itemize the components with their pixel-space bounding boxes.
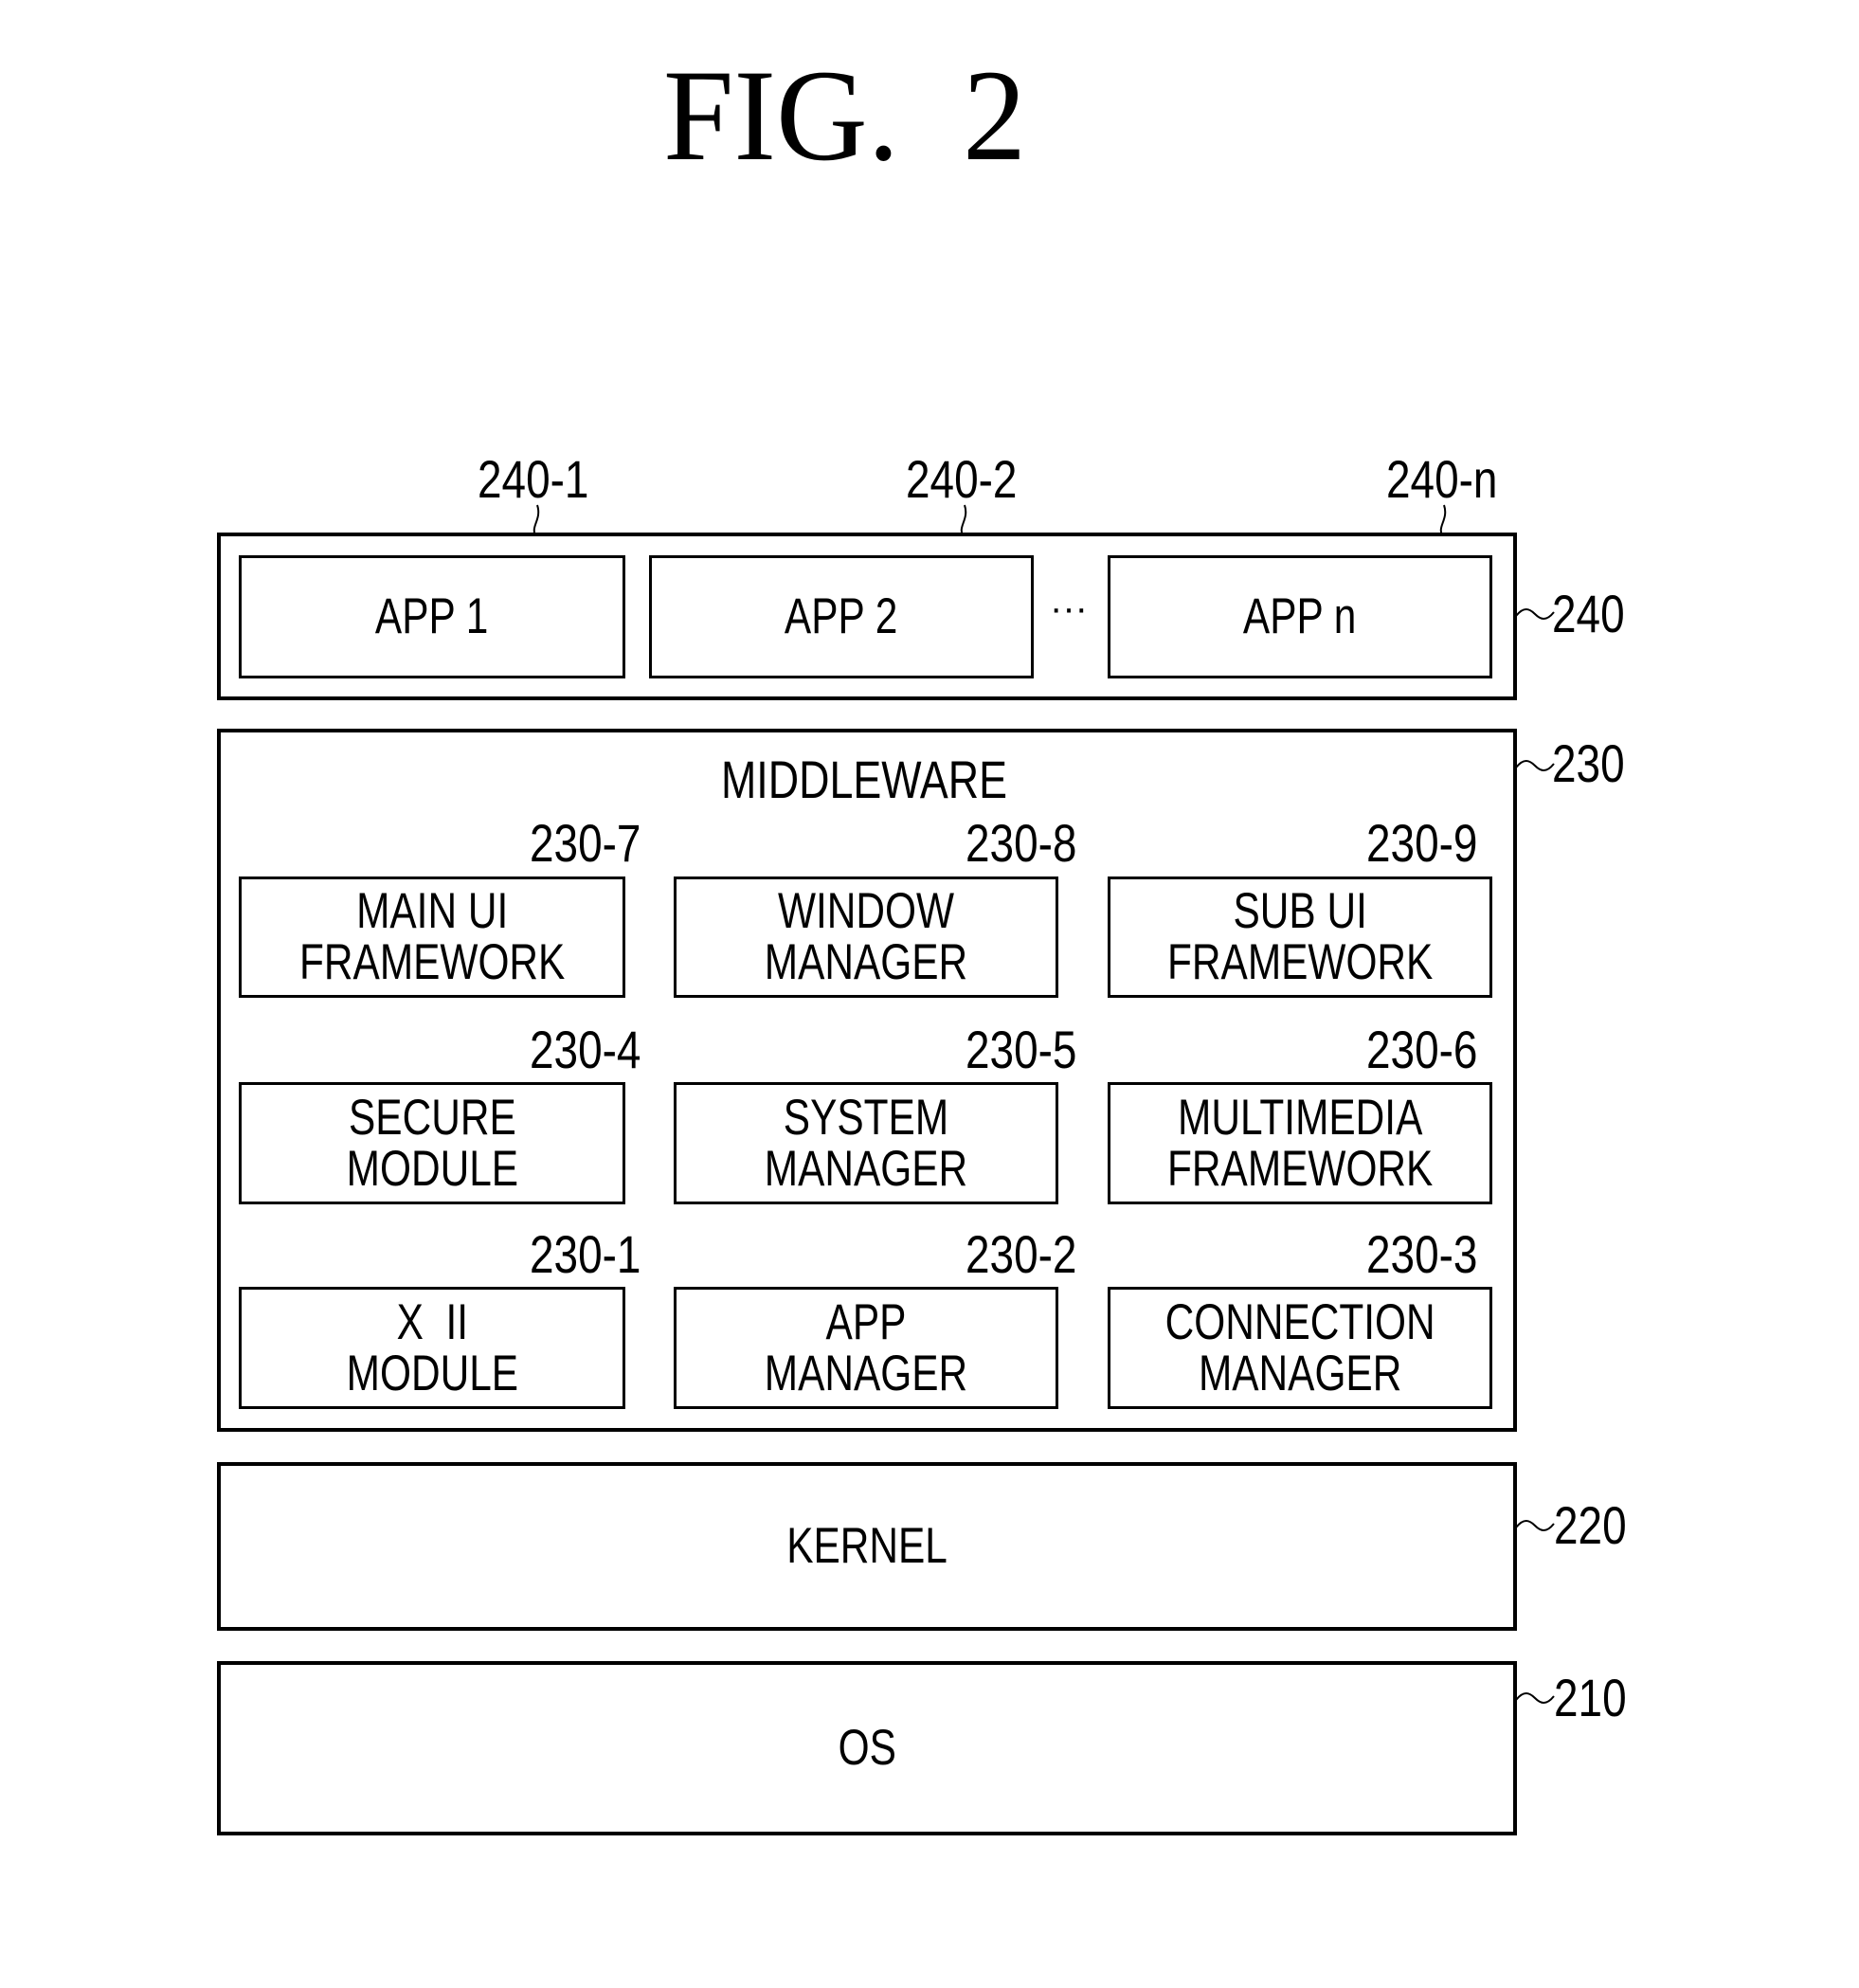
- ref-230-4: 230-4: [530, 1020, 641, 1079]
- secure-module-box: SECURE MODULE: [239, 1082, 625, 1204]
- module-line: MODULE: [346, 1345, 518, 1401]
- module-line: FRAMEWORK: [1166, 934, 1434, 990]
- module-line: SYSTEM: [783, 1089, 949, 1146]
- multimedia-framework-box: MULTIMEDIA FRAMEWORK: [1108, 1082, 1492, 1204]
- window-manager-box: WINDOW MANAGER: [674, 877, 1058, 998]
- ref-230-7: 230-7: [530, 813, 641, 873]
- module-line: MULTIMEDIA: [1177, 1089, 1423, 1146]
- module-line: CONNECTION: [1164, 1293, 1435, 1350]
- ref-240: 240: [1552, 584, 1625, 643]
- figure-title: FIG. 2: [663, 43, 1027, 188]
- module-line: MANAGER: [1198, 1345, 1402, 1401]
- ref-230-3: 230-3: [1366, 1224, 1478, 1284]
- app-2-box: APP 2: [649, 555, 1034, 678]
- ref-230-6: 230-6: [1366, 1020, 1478, 1079]
- middleware-title: MIDDLEWARE: [720, 750, 1007, 809]
- kernel-label: KERNEL: [786, 1518, 948, 1574]
- module-line: SUB UI: [1233, 883, 1367, 939]
- ref-230-9: 230-9: [1366, 813, 1478, 873]
- main-ui-framework-box: MAIN UI FRAMEWORK: [239, 877, 625, 998]
- module-line: MANAGER: [764, 934, 968, 990]
- ref-230-1: 230-1: [530, 1224, 641, 1284]
- ref-210: 210: [1554, 1668, 1627, 1727]
- ref-240-2: 240-2: [906, 449, 1018, 509]
- ref-230-8: 230-8: [966, 813, 1077, 873]
- apps-ellipsis: ···: [1050, 587, 1088, 629]
- ref-230: 230: [1552, 733, 1625, 793]
- tilde-210: [1515, 1692, 1555, 1704]
- module-line: FRAMEWORK: [298, 934, 566, 990]
- sub-ui-framework-box: SUB UI FRAMEWORK: [1108, 877, 1492, 998]
- module-line: SECURE: [348, 1089, 516, 1146]
- ref-240-1: 240-1: [478, 449, 589, 509]
- ref-230-5: 230-5: [966, 1020, 1077, 1079]
- module-line: WINDOW: [777, 883, 955, 939]
- tilde-230: [1515, 760, 1555, 771]
- app-2-label: APP 2: [785, 588, 898, 644]
- connection-manager-box: CONNECTION MANAGER: [1108, 1287, 1492, 1409]
- ref-220: 220: [1554, 1495, 1627, 1555]
- system-manager-box: SYSTEM MANAGER: [674, 1082, 1058, 1204]
- app-1-label: APP 1: [375, 588, 489, 644]
- module-line: APP: [825, 1293, 907, 1350]
- module-line: MANAGER: [764, 1140, 968, 1197]
- tilde-220: [1515, 1520, 1555, 1531]
- kernel-layer: KERNEL: [217, 1462, 1517, 1631]
- module-line: MODULE: [346, 1140, 518, 1197]
- ref-240-n: 240-n: [1386, 449, 1498, 509]
- module-line: X II: [396, 1293, 468, 1350]
- module-line: MAIN UI: [355, 883, 509, 939]
- app-n-box: APP n: [1108, 555, 1492, 678]
- os-label: OS: [838, 1720, 896, 1776]
- ref-230-2: 230-2: [966, 1224, 1077, 1284]
- module-line: FRAMEWORK: [1166, 1140, 1434, 1197]
- x11-module-box: X II MODULE: [239, 1287, 625, 1409]
- os-layer: OS: [217, 1661, 1517, 1835]
- module-line: MANAGER: [764, 1345, 968, 1401]
- app-manager-box: APP MANAGER: [674, 1287, 1058, 1409]
- app-1-box: APP 1: [239, 555, 625, 678]
- tilde-240: [1515, 608, 1555, 620]
- app-n-label: APP n: [1243, 588, 1357, 644]
